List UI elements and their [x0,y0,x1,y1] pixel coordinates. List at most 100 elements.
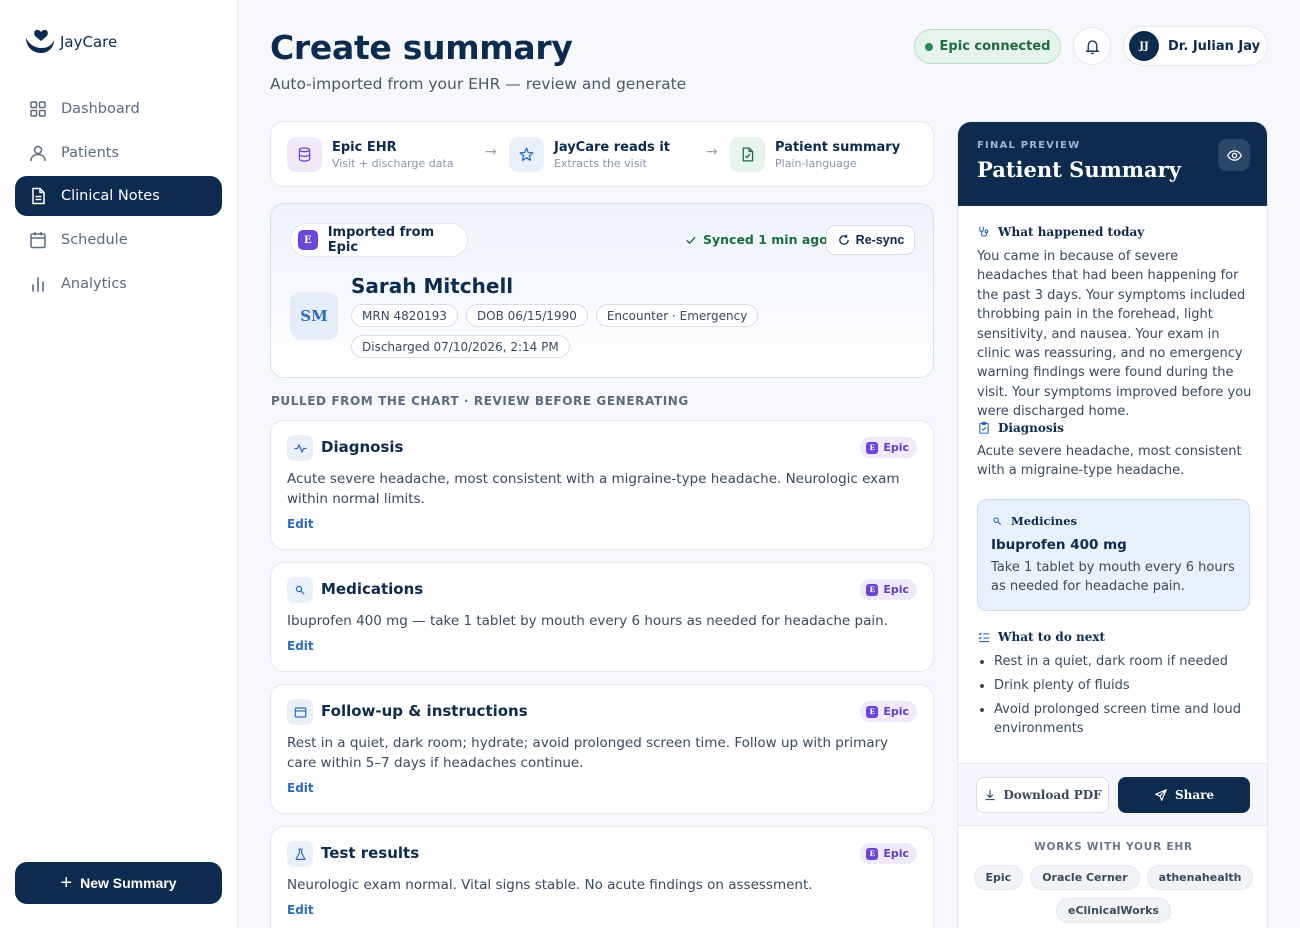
status-dot-icon [924,42,933,51]
diagnosis-text: Acute severe headache, most consistent w… [977,444,1242,479]
calendar-icon [30,232,46,249]
flask-icon [287,841,313,867]
heart-hands-icon [26,29,54,53]
sidebar-item-label: Clinical Notes [61,188,160,205]
sync-status: Synced 1 min ago [684,232,828,247]
ehr-chip-oracle-cerner: Oracle Cerner [1030,865,1140,890]
new-summary-button[interactable]: + New Summary [15,862,222,904]
download-pdf-button[interactable]: Download PDF [976,777,1109,813]
works-with-label: WORKS WITH YOUR EHR [1034,841,1193,853]
dob-tag: DOB 06/15/1990 [465,304,588,327]
arrow-right-icon: → [706,144,718,160]
card-body: Neurologic exam normal. Vital signs stab… [287,877,813,893]
diagnosis-card: Diagnosis E Epic Acute severe headache, m… [270,420,934,550]
download-icon [985,790,995,801]
page-subtitle: Auto-imported from your EHR — review and… [270,75,687,93]
follow-up-card: Follow-up & instructions E Epic Rest in a… [270,684,934,814]
sidebar-item-analytics[interactable]: Analytics [15,264,222,304]
connection-status-label: Epic connected [939,39,1051,54]
share-label: Share [1174,788,1215,802]
section-heading-label: What to do next [998,630,1106,644]
flow-step-summary: Patient summary Plain-language [730,137,900,172]
download-pdf-label: Download PDF [1003,788,1102,802]
sidebar-item-label: Dashboard [61,101,140,117]
checklist-icon [978,632,990,643]
card-title: Follow-up & instructions [321,702,528,720]
document-icon [32,188,45,205]
what-happened-text: You came in because of severe headaches … [977,249,1252,420]
patient-avatar: SM [290,292,338,340]
user-menu[interactable]: JJ Dr. Julian Jay [1123,26,1268,66]
sidebar-item-clinical-notes[interactable]: Clinical Notes [15,176,222,217]
mrn-tag: MRN 4820193 [351,304,458,327]
next-steps-list: Rest in a quiet, dark room if needed Dri… [977,652,1252,743]
bar-chart-icon [32,276,44,292]
bell-icon [1084,39,1100,54]
clipboard-icon [979,421,989,434]
card-title: Medications [321,580,424,598]
brand-name: JayCare [60,33,118,51]
preview-toggle-button[interactable] [1218,139,1250,171]
preview-actions: Download PDF Share [958,763,1267,826]
user-icon [30,145,46,161]
section-label: PULLED FROM THE CHART · REVIEW BEFORE GE… [271,394,689,408]
epic-source-badge: E Epic [860,701,917,722]
sidebar-item-label: Schedule [61,232,128,249]
sidebar-item-dashboard[interactable]: Dashboard [15,89,222,129]
preview-header: FINAL PREVIEW Patient Summary [958,122,1267,206]
refresh-icon [838,234,849,245]
epic-logo-icon: E [866,705,879,718]
database-icon [287,137,322,172]
send-icon [1155,789,1167,801]
edit-link[interactable]: Edit [287,639,314,653]
flow-step-subtitle: Extracts the visit [554,156,647,170]
what-happened-heading: What happened today [977,225,1144,239]
epic-logo-icon: E [298,230,318,250]
flow-step-title: Patient summary [775,139,901,155]
plus-icon: + [60,872,73,894]
flow-step-subtitle: Plain-language [775,156,857,170]
patient-name: Sarah Mitchell [351,274,514,298]
sparkle-icon [509,137,544,172]
avatar: JJ [1129,31,1159,61]
resync-button[interactable]: Re-sync [826,225,915,255]
card-title: Diagnosis [321,438,404,456]
grid-icon [30,101,46,117]
diagnosis-heading: Diagnosis [977,421,1064,435]
notifications-button[interactable] [1073,27,1111,65]
flow-step-title: Epic EHR [332,139,397,155]
section-heading-label: Diagnosis [998,421,1064,435]
card-body: Acute severe headache, most consistent w… [287,471,900,507]
pulse-icon [287,435,313,461]
sidebar-item-patients[interactable]: Patients [15,133,222,173]
brand-logo[interactable]: JayCare [24,28,117,56]
medicine-name: Ibuprofen 400 mg [991,537,1127,553]
preview-kicker: FINAL PREVIEW [977,140,1081,151]
sidebar-item-schedule[interactable]: Schedule [15,220,222,260]
medications-card: Medications E Epic Ibuprofen 400 mg — tak… [270,562,934,672]
edit-link[interactable]: Edit [287,517,314,531]
sync-status-label: Synced 1 min ago [703,232,828,247]
discharged-tag: Discharged 07/10/2026, 2:14 PM [351,335,570,358]
epic-logo-icon: E [866,583,879,596]
arrow-right-icon: → [485,144,497,160]
sidebar: JayCare Dashboard Patients Clinical Note… [0,0,238,928]
card-body: Rest in a quiet, dark room; hydrate; avo… [287,735,889,771]
edit-link[interactable]: Edit [287,903,314,917]
share-button[interactable]: Share [1118,777,1250,813]
import-source-badge: E Imported from Epic [290,223,468,257]
badge-label: Epic [883,583,909,596]
stethoscope-icon [979,226,989,237]
import-source-label: Imported from Epic [327,225,435,255]
card-title: Test results [321,844,420,862]
list-item: Rest in a quiet, dark room if needed [977,652,1252,671]
edit-link[interactable]: Edit [287,781,314,795]
connection-status-badge: Epic connected [914,29,1061,64]
page-title: Create summary [270,28,573,67]
patient-card: E Imported from Epic Synced 1 min ago Re… [270,203,934,378]
file-check-icon [730,137,765,172]
badge-label: Epic [883,705,909,718]
summary-preview-panel: FINAL PREVIEW Patient Summary What happe… [957,121,1268,928]
epic-logo-icon: E [866,441,879,454]
epic-logo-icon: E [866,847,879,860]
